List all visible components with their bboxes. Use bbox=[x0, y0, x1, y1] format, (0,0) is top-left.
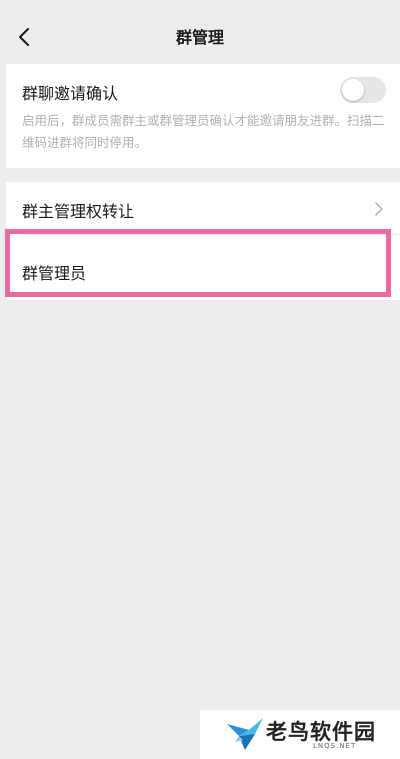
group-management-screen: 群管理 群聊邀请确认 启用后，群成员需群主或群管理员确认才能邀请朋友进群。扫描二… bbox=[0, 0, 400, 759]
chevron-left-icon bbox=[19, 28, 29, 46]
toggle-knob bbox=[342, 79, 364, 101]
invite-confirm-description: 启用后，群成员需群主或群管理员确认才能邀请朋友进群。扫描二维码进群将同时停用。 bbox=[22, 113, 385, 150]
invite-confirm-section: 群聊邀请确认 启用后，群成员需群主或群管理员确认才能邀请朋友进群。扫描二维码进群… bbox=[6, 64, 400, 168]
group-admins-label: 群管理员 bbox=[22, 264, 87, 283]
back-button[interactable] bbox=[10, 22, 40, 52]
transfer-ownership-row[interactable]: 群主管理权转让 bbox=[6, 182, 400, 234]
invite-confirm-label: 群聊邀请确认 bbox=[22, 84, 119, 103]
chevron-right-icon bbox=[375, 202, 383, 216]
admin-section: 群主管理权转让 群管理员 bbox=[6, 182, 400, 300]
navigation-bar: 群管理 bbox=[0, 8, 400, 64]
invite-confirm-toggle[interactable] bbox=[340, 77, 386, 103]
page-title: 群管理 bbox=[175, 28, 224, 47]
watermark: 老鸟软件园 LNQS.NET bbox=[200, 710, 400, 759]
watermark-domain: LNQS.NET bbox=[313, 742, 357, 750]
signal-indicators bbox=[136, 0, 200, 4]
status-bar bbox=[0, 0, 400, 8]
bird-logo-icon bbox=[227, 718, 263, 750]
row-divider bbox=[22, 234, 400, 235]
transfer-ownership-label: 群主管理权转让 bbox=[22, 202, 135, 221]
group-admins-row[interactable]: 群管理员 bbox=[6, 238, 400, 300]
battery-clock bbox=[298, 0, 378, 4]
